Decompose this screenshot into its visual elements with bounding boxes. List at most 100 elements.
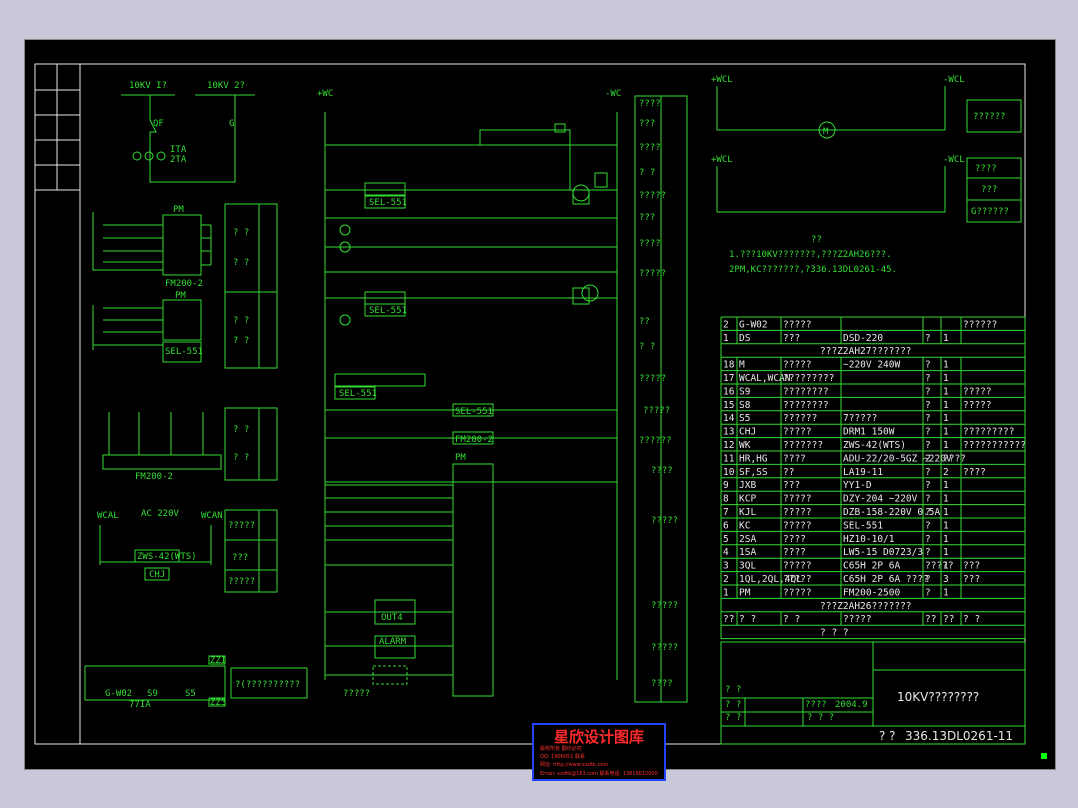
sel-label-left: SEL-551 bbox=[165, 347, 203, 357]
svg-text:?????: ????? bbox=[643, 406, 670, 416]
parts-cell: ? bbox=[925, 467, 931, 478]
pos-bus-label: +WC bbox=[317, 89, 333, 99]
parts-cell: 1 bbox=[943, 561, 949, 572]
svg-text:?????: ????? bbox=[639, 191, 666, 201]
svg-text:????: ???? bbox=[805, 700, 827, 710]
wcal-label: WCAL bbox=[97, 511, 119, 521]
parts-cell: SF,SS bbox=[739, 467, 768, 478]
parts-cell: 15 bbox=[723, 400, 734, 411]
parts-cell: ? bbox=[925, 574, 931, 585]
parts-cell: ? ? bbox=[783, 614, 800, 625]
parts-cell: ? bbox=[925, 507, 931, 518]
svg-text:S5: S5 bbox=[185, 689, 196, 699]
parts-cell: 14 bbox=[723, 413, 735, 424]
voltage-section: FM200-2 ? ? ? ? bbox=[102, 407, 278, 482]
parts-cell: FM200-2500 bbox=[843, 587, 900, 598]
parts-cell: ? bbox=[925, 333, 931, 344]
svg-text:M: M bbox=[823, 127, 829, 137]
bus2-label: 10KV 2? bbox=[207, 81, 245, 91]
parts-cell: 1 bbox=[943, 507, 949, 518]
parts-cell: 1 bbox=[943, 427, 949, 438]
parts-cell: G-W02 bbox=[739, 319, 768, 330]
pm-label-1: PM bbox=[173, 205, 184, 215]
parts-cell: ? ? bbox=[739, 614, 756, 625]
svg-text:??????: ?????? bbox=[639, 436, 672, 446]
parts-cell: ????? bbox=[843, 614, 872, 625]
svg-text:????: ???? bbox=[639, 239, 661, 249]
bus1-label: 10KV I? bbox=[129, 81, 167, 91]
ct-block-2: PM SEL-551 bbox=[92, 291, 203, 363]
parts-cell: 1 bbox=[723, 587, 729, 598]
parts-cell: S8 bbox=[739, 400, 751, 411]
svg-text:?????: ????? bbox=[228, 521, 255, 531]
svg-text:?????: ????? bbox=[651, 643, 678, 653]
parts-cell: HZ10-10/1 bbox=[843, 534, 895, 545]
parts-cell: ??? bbox=[963, 561, 980, 572]
svg-text:? ?: ? ? bbox=[233, 316, 249, 326]
bottom-left-circuit: ZZI ZZ3 G-W02 S9 S5 77IA ?(?????????? bbox=[84, 655, 308, 710]
sel551-label-2: SEL-551 bbox=[369, 306, 407, 316]
parts-cell: 13 bbox=[723, 427, 734, 438]
chj-label: CHJ bbox=[149, 570, 165, 580]
parts-cell: ????? bbox=[783, 319, 812, 330]
title-block: ? ? ? ? ? ? ???? ? ? ? 2004.9 10KV??????… bbox=[720, 641, 1026, 745]
parts-cell: ? bbox=[925, 534, 931, 545]
parts-cell: YY1-D bbox=[843, 480, 872, 491]
parts-cell: ????? bbox=[783, 427, 812, 438]
parts-cell: S5 bbox=[739, 413, 750, 424]
control-circuit: +WC -WC SEL-551 SEL-551 SEL-551 SEL-551 … bbox=[317, 89, 621, 699]
svg-text:????: ???? bbox=[639, 143, 661, 153]
parts-cell: ???? bbox=[783, 453, 806, 464]
svg-text:?????: ????? bbox=[343, 689, 370, 699]
date-label: 2004.9 bbox=[835, 700, 868, 710]
parts-cell: 1 bbox=[943, 494, 949, 505]
svg-text:????: ???? bbox=[975, 164, 997, 174]
out4-label: OUT4 bbox=[381, 613, 403, 623]
parts-cell: ????? bbox=[783, 494, 812, 505]
parts-cell: LW5-15 D0723/3 bbox=[843, 547, 923, 558]
sel551-label-1: SEL-551 bbox=[369, 198, 407, 208]
parts-cell: ????? bbox=[783, 507, 812, 518]
svg-text:? ?: ? ? bbox=[233, 425, 249, 435]
parts-cell: ????????? bbox=[783, 373, 834, 384]
ct-block-1: PM FM200-2 bbox=[92, 205, 212, 289]
parts-cell: 12 bbox=[723, 440, 734, 451]
parts-cell: 17 bbox=[723, 373, 734, 384]
parts-cell: ? bbox=[925, 547, 931, 558]
parts-cell: ? bbox=[925, 480, 931, 491]
svg-text:ZZ3: ZZ3 bbox=[210, 698, 226, 708]
sel551-label-3: SEL-551 bbox=[339, 389, 377, 399]
svg-text:? ?: ? ? bbox=[725, 700, 741, 710]
parts-cell: 2SA bbox=[739, 534, 756, 545]
svg-text:? ?: ? ? bbox=[233, 453, 249, 463]
parts-cell: ???? bbox=[963, 467, 986, 478]
svg-text:? ?: ? ? bbox=[639, 168, 655, 178]
parts-cell: ? ? bbox=[963, 614, 980, 625]
parts-cell: M bbox=[739, 360, 745, 371]
parts-cell: 5 bbox=[723, 534, 729, 545]
parts-cell: ????? bbox=[783, 561, 812, 572]
ac-label: AC 220V bbox=[141, 509, 180, 519]
parts-cell: ????????? bbox=[963, 427, 1014, 438]
electrical-schematic: 10KV I? 10KV 2? QF G ITA 2TA PM FM200-2 … bbox=[34, 63, 1026, 745]
svg-text:S9: S9 bbox=[147, 689, 158, 699]
svg-text:? ?: ? ? bbox=[233, 228, 249, 238]
parts-cell: ZWS-42(WTS) bbox=[843, 440, 906, 451]
parts-cell: KJL bbox=[739, 507, 756, 518]
notes-heading: ?? bbox=[811, 235, 822, 245]
svg-text:??: ?? bbox=[639, 317, 650, 327]
parts-cell: 7????? bbox=[843, 413, 877, 424]
svg-text:-WCL: -WCL bbox=[943, 155, 965, 165]
parts-cell: DRM1 150W bbox=[843, 427, 895, 438]
parts-cell: PM bbox=[739, 587, 751, 598]
parts-cell: ?? bbox=[723, 614, 734, 625]
svg-text:SEL-551: SEL-551 bbox=[455, 407, 493, 417]
wcan-label: WCAN bbox=[201, 511, 223, 521]
svg-text:?????: ????? bbox=[228, 577, 255, 587]
parts-cell: 1 bbox=[943, 547, 949, 558]
parts-cell: 7 bbox=[723, 507, 729, 518]
svg-text:G??????: G?????? bbox=[971, 207, 1009, 217]
parts-cell: 9 bbox=[723, 480, 729, 491]
svg-text:77IA: 77IA bbox=[129, 700, 151, 710]
parts-cell: ???? bbox=[783, 534, 806, 545]
